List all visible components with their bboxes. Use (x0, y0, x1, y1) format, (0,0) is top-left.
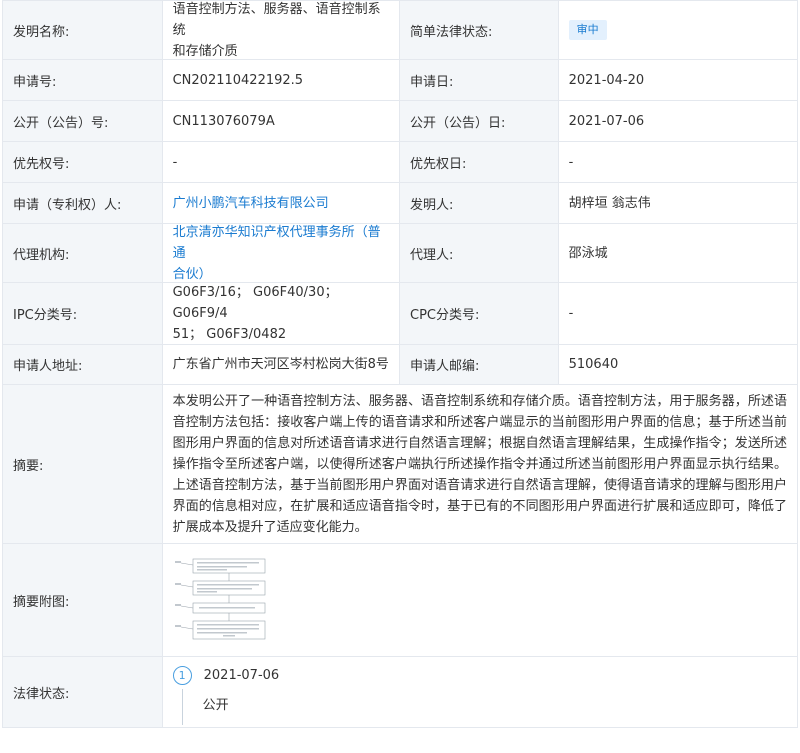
timeline-body: 公开 (173, 687, 229, 725)
row-legal: 法律状态: 1 2021-07-06 公开 (3, 657, 797, 727)
ipc-line-1: G06F3/16； G06F40/30； G06F9/4 (172, 285, 338, 321)
timeline-item: 1 2021-07-06 (172, 663, 280, 687)
timeline-line (181, 689, 183, 725)
ipc-line-2: 51； G06F3/0482 (172, 327, 287, 342)
value-legal-timeline: 1 2021-07-06 公开 (161, 657, 797, 727)
value-ipc: G06F3/16； G06F40/30； G06F9/4 51； G06F3/0… (161, 283, 399, 344)
label-ipc: IPC分类号: (3, 283, 162, 344)
row-title: 发明名称: 语音控制方法、服务器、语音控制系统 和存储介质 简单法律状态: 审中 (3, 1, 797, 60)
label-legal-status: 简单法律状态: (399, 1, 558, 59)
label-pub-date: 公开（公告）日: (399, 101, 558, 141)
timeline-event: 公开 (202, 698, 229, 713)
label-app-no: 申请号: (3, 60, 162, 100)
value-cpc: - (557, 283, 797, 344)
row-drawing: 摘要附图: (3, 544, 797, 657)
label-priority-date: 优先权日: (399, 142, 558, 182)
timeline-date: 2021-07-06 (203, 667, 280, 683)
label-agent: 代理人: (399, 224, 558, 282)
agency-link-line-1[interactable]: 北京清亦华知识产权代理事务所（普通 (173, 222, 389, 264)
row-abstract: 摘要: 本发明公开了一种语音控制方法、服务器、语音控制系统和存储介质。语音控制方… (3, 385, 797, 544)
value-abstract: 本发明公开了一种语音控制方法、服务器、语音控制系统和存储介质。语音控制方法，用于… (161, 385, 797, 543)
title-line-2: 和存储介质 (172, 43, 238, 59)
label-priority-no: 优先权号: (3, 142, 162, 182)
label-cpc: CPC分类号: (399, 283, 558, 344)
row-app-no: 申请号: CN202110422192.5 申请日: 2021-04-20 (3, 60, 797, 101)
row-ipc: IPC分类号: G06F3/16； G06F40/30； G06F9/4 51；… (3, 283, 797, 345)
flowchart-image (172, 557, 291, 643)
value-legal-status: 审中 (557, 1, 797, 59)
label-agency: 代理机构: (3, 224, 162, 282)
title-line-1: 语音控制方法、服务器、语音控制系统 (172, 1, 381, 38)
value-priority-date: - (557, 142, 797, 182)
label-inventor: 发明人: (399, 183, 558, 223)
label-title: 发明名称: (3, 1, 162, 59)
timeline-step-marker: 1 (172, 665, 192, 685)
label-postcode: 申请人邮编: (399, 345, 558, 384)
value-address: 广东省广州市天河区岑村松岗大街8号 (161, 345, 399, 384)
label-pub-no: 公开（公告）号: (3, 101, 162, 141)
row-agency: 代理机构: 北京清亦华知识产权代理事务所（普通 合伙） 代理人: 邵泳城 (3, 224, 797, 283)
value-drawing (161, 544, 797, 656)
value-postcode: 510640 (557, 345, 797, 384)
label-legal: 法律状态: (3, 657, 162, 727)
value-pub-no: CN113076079A (161, 101, 399, 141)
abstract-drawing-thumbnail[interactable] (172, 557, 291, 643)
applicant-link[interactable]: 广州小鹏汽车科技有限公司 (173, 193, 329, 214)
row-applicant: 申请（专利权）人: 广州小鹏汽车科技有限公司 发明人: 胡梓垣 翁志伟 (3, 183, 797, 224)
row-address: 申请人地址: 广东省广州市天河区岑村松岗大街8号 申请人邮编: 510640 (3, 345, 797, 385)
patent-info-table: 发明名称: 语音控制方法、服务器、语音控制系统 和存储介质 简单法律状态: 审中… (2, 0, 798, 728)
value-priority-no: - (161, 142, 399, 182)
row-pub-no: 公开（公告）号: CN113076079A 公开（公告）日: 2021-07-0… (3, 101, 797, 142)
label-app-date: 申请日: (399, 60, 558, 100)
value-pub-date: 2021-07-06 (557, 101, 797, 141)
value-app-no: CN202110422192.5 (161, 60, 399, 100)
label-drawing: 摘要附图: (3, 544, 162, 656)
value-agent: 邵泳城 (557, 224, 797, 282)
value-app-date: 2021-04-20 (557, 60, 797, 100)
value-title: 语音控制方法、服务器、语音控制系统 和存储介质 (161, 1, 399, 59)
row-priority: 优先权号: - 优先权日: - (3, 142, 797, 183)
value-agency[interactable]: 北京清亦华知识产权代理事务所（普通 合伙） (161, 222, 399, 282)
label-abstract: 摘要: (3, 385, 162, 543)
value-inventor: 胡梓垣 翁志伟 (557, 183, 797, 223)
status-badge: 审中 (568, 20, 607, 40)
label-applicant: 申请（专利权）人: (3, 183, 162, 223)
label-address: 申请人地址: (3, 345, 162, 384)
value-applicant: 广州小鹏汽车科技有限公司 (161, 183, 399, 223)
